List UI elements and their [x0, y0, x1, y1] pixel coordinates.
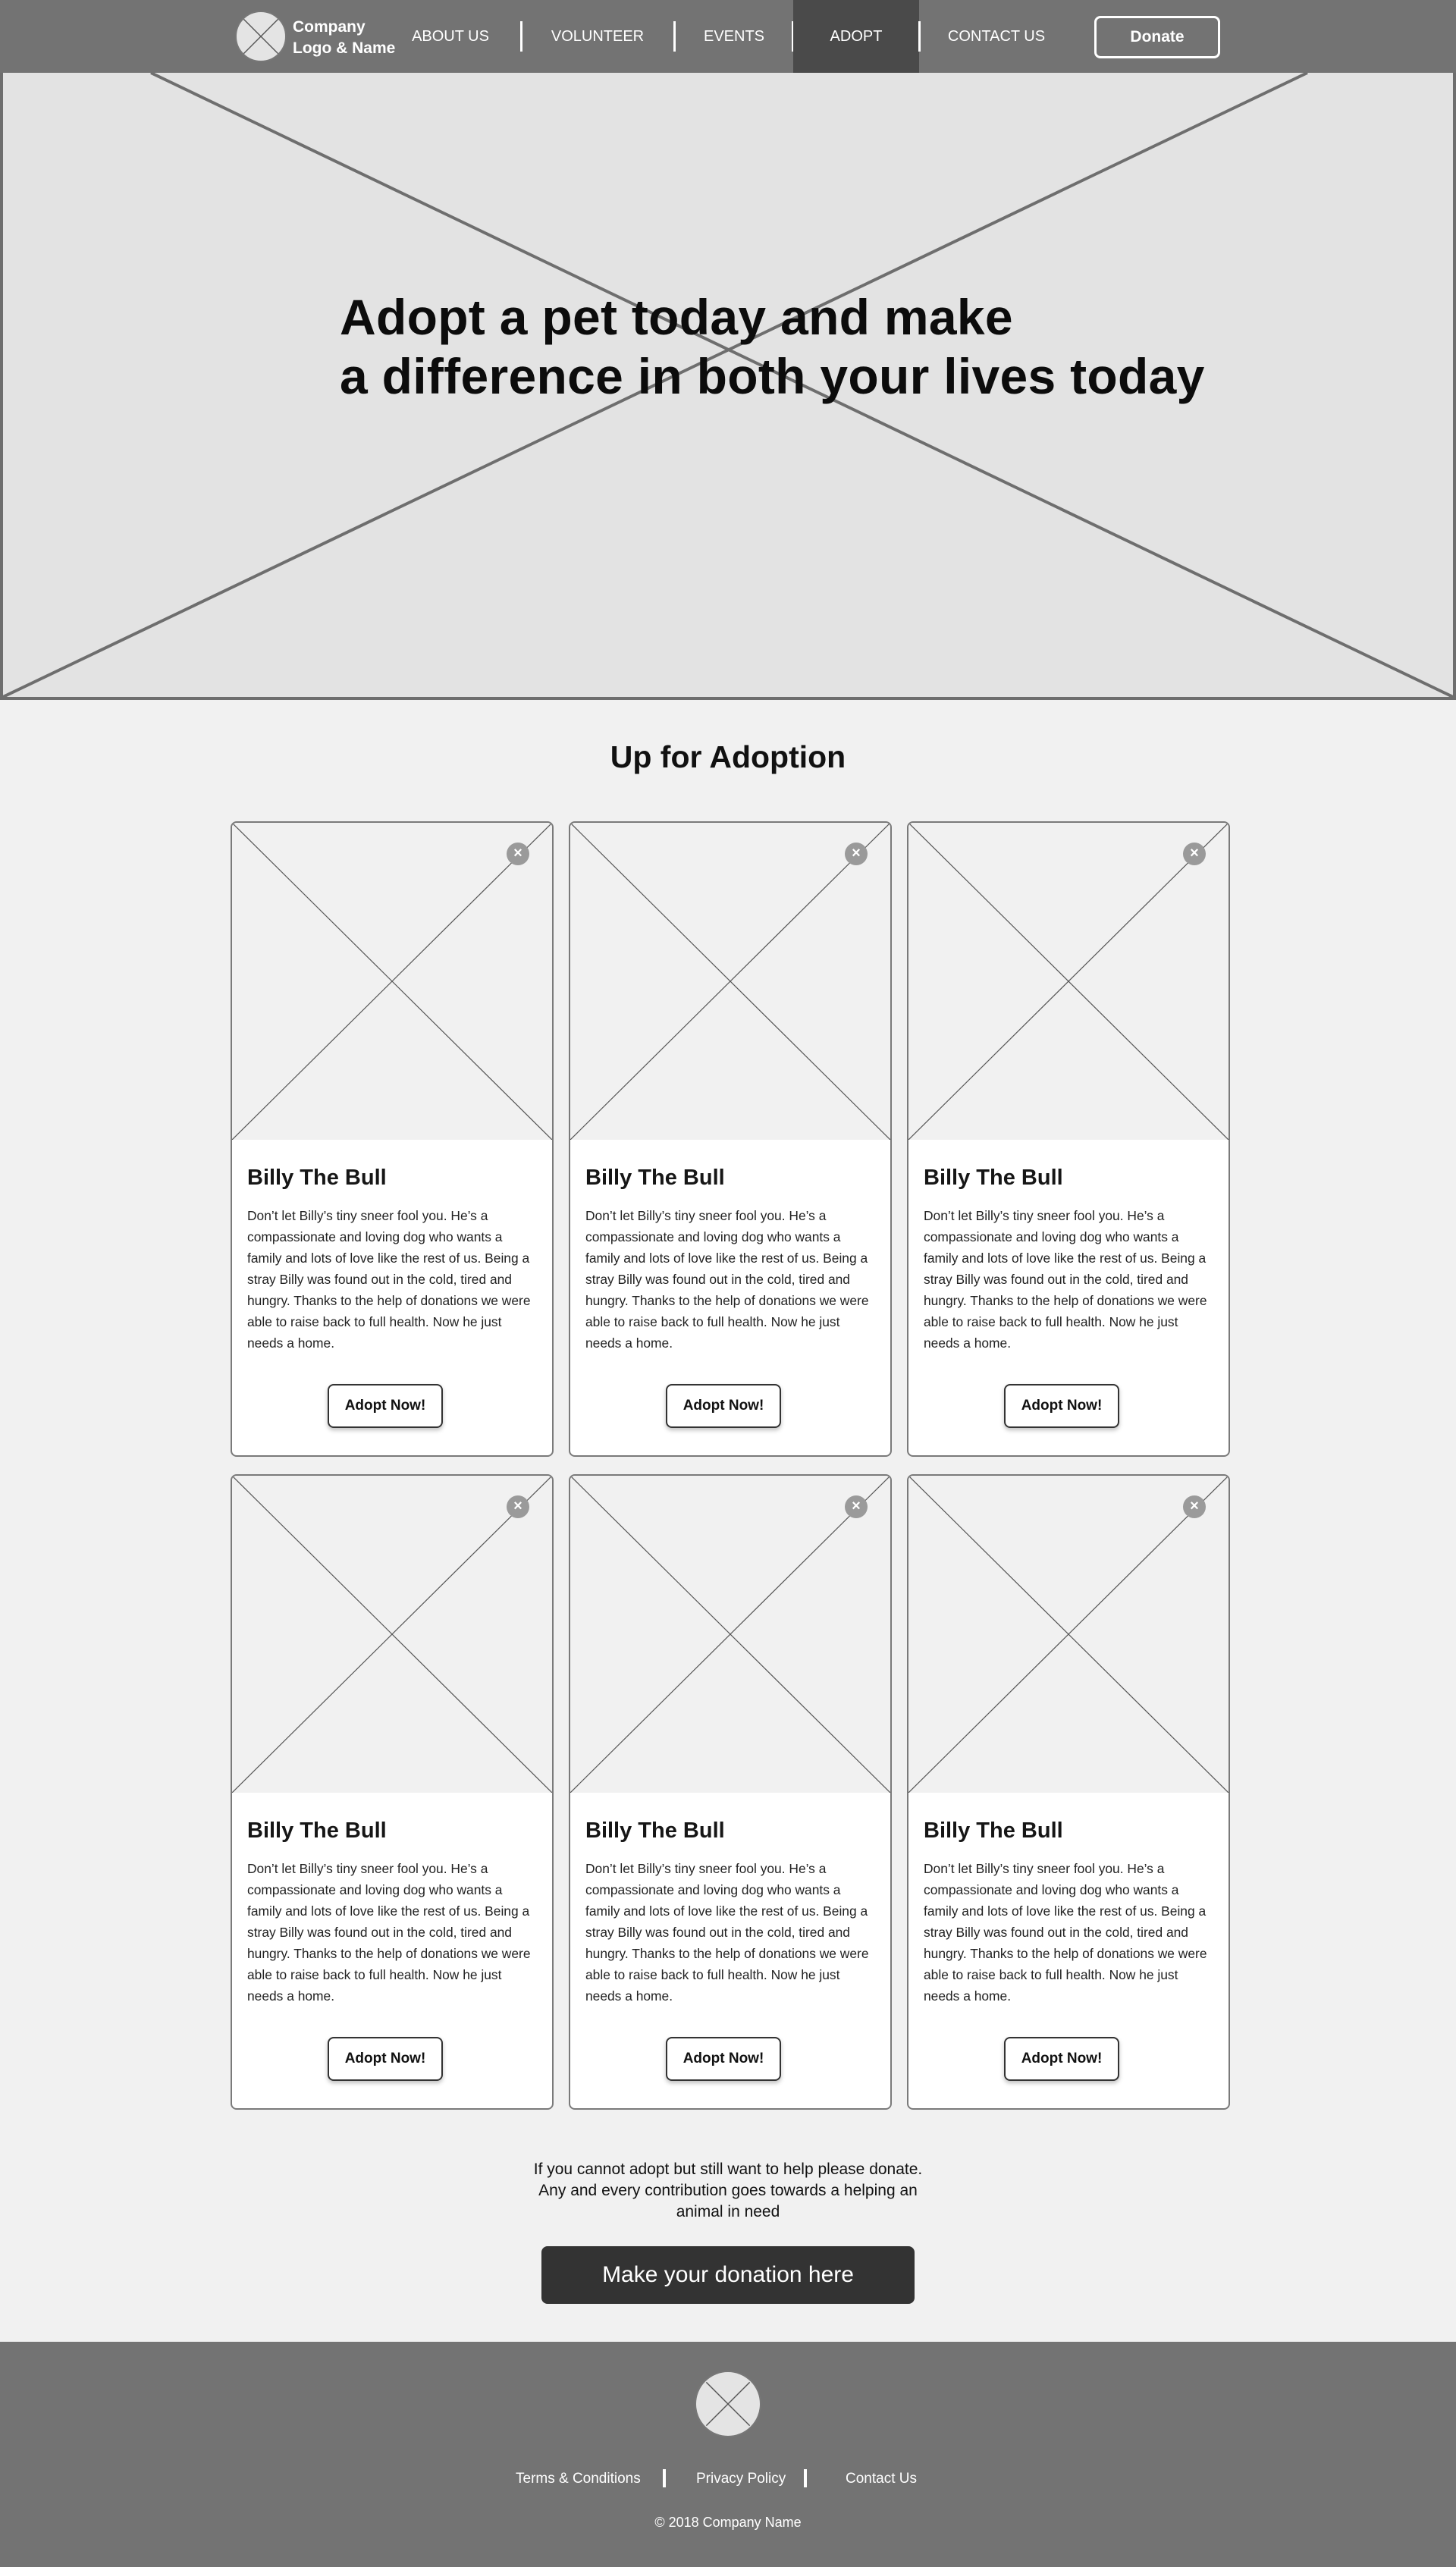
adopt-now-button[interactable]: Adopt Now!: [666, 1384, 781, 1428]
pet-card: × Billy The Bull Don’t let Billy’s tiny …: [569, 1474, 892, 2110]
close-circle-icon[interactable]: ×: [845, 843, 868, 865]
nav-divider: [673, 21, 676, 52]
section-title: Up for Adoption: [610, 739, 846, 774]
donate-button[interactable]: Donate: [1094, 16, 1220, 58]
pet-name: Billy The Bull: [924, 1819, 1063, 1843]
top-nav: Company Logo & Name ABOUT US VOLUNTEER E…: [0, 0, 1456, 73]
adopt-now-button[interactable]: Adopt Now!: [1004, 1384, 1119, 1428]
nav-volunteer[interactable]: VOLUNTEER: [531, 0, 664, 73]
adopt-now-button[interactable]: Adopt Now!: [328, 2037, 443, 2081]
footer-divider: [663, 2469, 666, 2487]
footer-link-contact[interactable]: Contact Us: [846, 2471, 917, 2487]
copyright-text: © 2018 Company Name: [654, 2515, 802, 2530]
pet-description: Don’t let Billy’s tiny sneer fool you. H…: [924, 1208, 1207, 1351]
adopt-now-button[interactable]: Adopt Now!: [328, 1384, 443, 1428]
pet-name: Billy The Bull: [247, 1166, 387, 1190]
make-donation-button[interactable]: Make your donation here: [541, 2246, 915, 2304]
nav-adopt[interactable]: ADOPT: [793, 0, 919, 73]
close-circle-icon[interactable]: ×: [1183, 1495, 1206, 1518]
footer-link-privacy[interactable]: Privacy Policy: [696, 2471, 786, 2487]
pet-card: × Billy The Bull Don’t let Billy’s tiny …: [569, 821, 892, 1457]
pet-image: ×: [908, 1476, 1228, 1793]
pet-name: Billy The Bull: [585, 1819, 725, 1843]
footer-link-terms[interactable]: Terms & Conditions: [516, 2471, 641, 2487]
pet-description: Don’t let Billy’s tiny sneer fool you. H…: [247, 1208, 531, 1351]
hero-title: Adopt a pet today and make a difference …: [340, 287, 1205, 406]
logo-icon[interactable]: [235, 11, 287, 62]
footer: Terms & Conditions Privacy Policy Contac…: [0, 2342, 1456, 2567]
footer-logo-icon[interactable]: [695, 2371, 761, 2437]
pet-description: Don’t let Billy’s tiny sneer fool you. H…: [924, 1861, 1207, 2004]
footer-divider: [804, 2469, 807, 2487]
pet-name: Billy The Bull: [247, 1819, 387, 1843]
pet-image: ×: [570, 1476, 890, 1793]
donation-message: If you cannot adopt but still want to he…: [533, 2161, 923, 2220]
nav-about-us[interactable]: ABOUT US: [394, 0, 507, 73]
hero-title-line-1: Adopt a pet today and make: [340, 289, 1013, 345]
pet-image: ×: [232, 1476, 552, 1793]
pet-description: Don’t let Billy’s tiny sneer fool you. H…: [247, 1861, 531, 2004]
close-circle-icon[interactable]: ×: [507, 843, 529, 865]
pet-card: × Billy The Bull Don’t let Billy’s tiny …: [231, 821, 554, 1457]
close-circle-icon[interactable]: ×: [1183, 843, 1206, 865]
pet-image: ×: [908, 823, 1228, 1140]
close-circle-icon[interactable]: ×: [845, 1495, 868, 1518]
pet-description: Don’t let Billy’s tiny sneer fool you. H…: [585, 1208, 869, 1351]
nav-divider: [918, 21, 921, 52]
close-circle-icon[interactable]: ×: [507, 1495, 529, 1518]
pet-card: × Billy The Bull Don’t let Billy’s tiny …: [907, 1474, 1230, 2110]
nav-contact-us[interactable]: CONTACT US: [922, 0, 1071, 73]
pet-description: Don’t let Billy’s tiny sneer fool you. H…: [585, 1861, 869, 2004]
pet-name: Billy The Bull: [924, 1166, 1063, 1190]
nav-divider: [520, 21, 522, 52]
pet-card: × Billy The Bull Don’t let Billy’s tiny …: [907, 821, 1230, 1457]
pet-image: ×: [232, 823, 552, 1140]
adopt-now-button[interactable]: Adopt Now!: [1004, 2037, 1119, 2081]
hero-title-line-2: a difference in both your lives today: [340, 348, 1205, 404]
pet-image: ×: [570, 823, 890, 1140]
hero-banner: Adopt a pet today and make a difference …: [0, 73, 1456, 700]
pet-name: Billy The Bull: [585, 1166, 725, 1190]
adopt-now-button[interactable]: Adopt Now!: [666, 2037, 781, 2081]
pet-card: × Billy The Bull Don’t let Billy’s tiny …: [231, 1474, 554, 2110]
logo-text[interactable]: Company Logo & Name: [293, 17, 406, 59]
nav-events[interactable]: EVENTS: [682, 0, 786, 73]
